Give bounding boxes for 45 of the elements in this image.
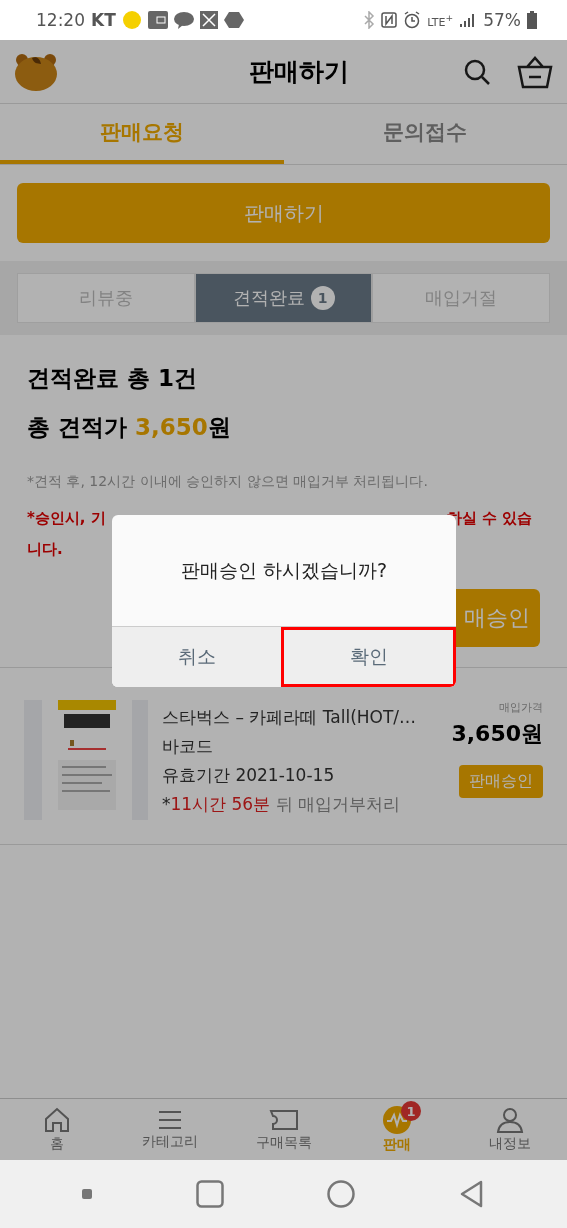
tab[interactable]: 판매요청 [0,104,284,164]
network-type: LTE$^{+}$ [427,11,454,29]
expiry-date: 유효기간 2021-10-15 [162,764,336,787]
warning-text: *승인시, 기 [27,509,106,528]
total-estimate: 총 견적가 3,650원 [27,413,232,442]
sell-button[interactable]: 판매하기 [17,183,550,243]
search-icon[interactable] [463,57,491,86]
carrier-name: KT [91,10,116,30]
nav-item[interactable]: 홈 [0,1099,114,1160]
segment-tab[interactable]: 견적완료 1 [194,273,373,323]
bluetooth-icon [363,11,376,29]
tab[interactable]: 문의접수 [283,104,567,164]
warning-text: 니다. [27,540,63,559]
battery-icon [527,11,537,29]
chat-bubble-icon [173,11,194,29]
price: 3,650원 [451,720,543,748]
count-badge: 1 [310,286,335,310]
battery-percent: 57% [483,10,521,30]
approve-button[interactable]: 판매승인 [459,765,543,798]
app-icon [147,11,168,29]
price-label: 매입가격 [499,700,543,715]
notice-text: *견적 후, 12시간 이내에 승인하지 않으면 매입거부 처리됩니다. [27,473,429,491]
mascot-logo [14,51,58,92]
nav-item[interactable]: 구매목록 [226,1099,341,1160]
notification-badge: 1 [400,1101,421,1121]
menu-icon [157,1108,184,1131]
countdown-text: *11시간 56분 뒤 매입거부처리 [162,793,401,816]
nav-item[interactable]: 카테고리 [113,1099,227,1160]
nav-item[interactable]: 내정보 [453,1099,567,1160]
basket-icon[interactable] [517,54,553,89]
home-icon [42,1106,71,1133]
page-title: 판매하기 [247,56,350,88]
product-title: 스타벅스 – 카페라떼 Tall(HOT/… [162,706,418,729]
hexagon-icon [223,11,244,29]
clock: 12:20 [36,10,85,30]
home-circle-icon[interactable] [327,1180,356,1208]
summary-title: 견적완료 총 1건 [27,364,199,393]
square-icon[interactable] [195,1180,224,1208]
person-icon [496,1106,525,1133]
dialog-button[interactable]: 확인 [281,627,456,687]
product-type: 바코드 [162,735,214,758]
alarm-icon [403,11,422,29]
ticket-icon [268,1107,299,1132]
nfc-icon [381,12,398,28]
nav-item[interactable]: 1 판매 [340,1099,454,1160]
